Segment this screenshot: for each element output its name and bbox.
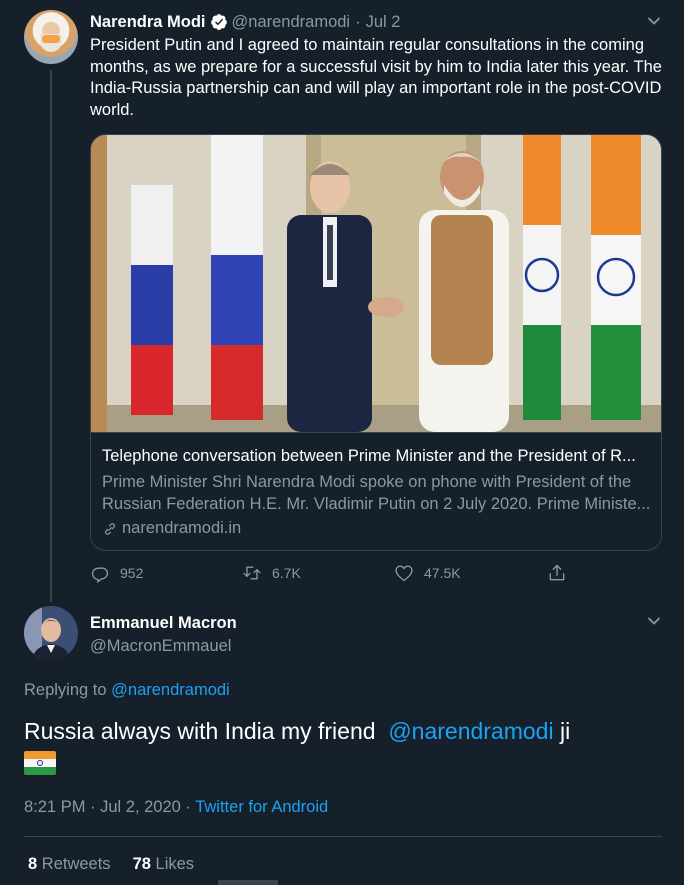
like-button[interactable]: 47.5K	[394, 563, 461, 583]
likes-stat[interactable]: 78 Likes	[133, 855, 194, 874]
card-domain-text: narendramodi.in	[122, 519, 242, 537]
like-icon	[395, 565, 413, 582]
author-name[interactable]: Narendra Modi	[90, 13, 206, 32]
author-handle[interactable]: @narendramodi	[232, 13, 351, 32]
share-button[interactable]	[547, 563, 567, 583]
card-domain: narendramodi.in	[102, 519, 241, 538]
retweets-label: Retweets	[41, 855, 111, 873]
reply-icon	[91, 567, 109, 583]
india-flag-emoji	[24, 751, 56, 775]
reply-tweet-text: Russia always with India my friend @nare…	[24, 715, 664, 747]
replying-to: Replying to @narendramodi	[24, 681, 230, 700]
likes-label: Likes	[155, 855, 195, 873]
reply-text-before: Russia always with India my friend	[24, 718, 376, 744]
reply-count: 952	[120, 565, 144, 581]
card-meta: Telephone conversation between Prime Min…	[91, 432, 661, 550]
replying-to-handle[interactable]: @narendramodi	[111, 681, 230, 699]
reply-chevron-down-icon[interactable]	[647, 616, 661, 626]
retweet-total: 8	[28, 855, 38, 873]
tweet-text: President Putin and I agreed to maintain…	[90, 36, 662, 119]
separator-dot: ·	[355, 12, 361, 31]
reply-mention[interactable]: @narendramodi	[388, 718, 553, 744]
reply-author-handle[interactable]: @MacronEmmauel	[90, 637, 231, 656]
link-preview-card[interactable]: Telephone conversation between Prime Min…	[90, 134, 662, 551]
like-total: 78	[132, 855, 151, 873]
reply-author-name[interactable]: Emmanuel Macron	[90, 614, 237, 633]
share-icon	[549, 564, 565, 581]
reply-author-avatar[interactable]	[24, 606, 78, 660]
reply-button[interactable]: 952	[90, 563, 143, 583]
scroll-indicator	[218, 880, 278, 885]
reply-text-after: ji	[559, 718, 571, 744]
retweet-button[interactable]: 6.7K	[242, 563, 301, 583]
like-count: 47.5K	[424, 565, 461, 581]
engagement-stats: 8 Retweets 78 Likes	[28, 855, 194, 874]
card-title: Telephone conversation between Prime Min…	[102, 447, 636, 465]
tweet-date[interactable]: Jul 2	[366, 13, 401, 32]
card-description: Prime Minister Shri Narendra Modi spoke …	[102, 473, 651, 513]
stats-top-divider	[24, 836, 662, 837]
retweets-stat[interactable]: 8 Retweets	[28, 855, 111, 874]
retweet-icon	[243, 566, 261, 580]
thread-connector-line	[50, 70, 52, 602]
author-avatar[interactable]	[24, 10, 78, 64]
replying-to-label: Replying to	[24, 681, 107, 699]
link-icon	[105, 522, 115, 535]
retweet-count: 6.7K	[272, 565, 301, 581]
tweet-header: Narendra Modi @narendramodi · Jul 2	[90, 11, 400, 33]
timestamp-row: 8:21 PM · Jul 2, 2020 · Twitter for Andr…	[24, 798, 328, 817]
card-image	[91, 135, 661, 432]
chevron-down-icon[interactable]	[647, 16, 661, 26]
verified-badge-icon	[210, 14, 227, 30]
reply-source[interactable]: Twitter for Android	[195, 798, 328, 816]
reply-timestamp[interactable]: 8:21 PM · Jul 2, 2020 ·	[24, 798, 191, 816]
